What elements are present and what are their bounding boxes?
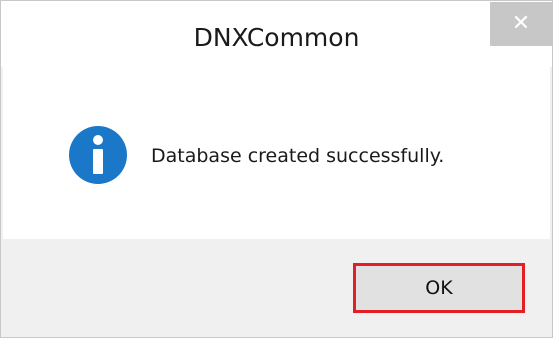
close-icon: ✕ (511, 11, 531, 36)
dialog-title: DNXCommon (193, 23, 360, 52)
message-area: Database created successfully. (3, 67, 550, 239)
button-bar: OK (3, 239, 550, 336)
title-bar: DNXCommon ✕ (1, 1, 552, 67)
close-button[interactable]: ✕ (490, 2, 552, 46)
info-icon (69, 126, 127, 184)
dialog-message: Database created successfully. (151, 145, 445, 167)
dialog-window: DNXCommon ✕ Database created successfull… (0, 0, 553, 338)
ok-button[interactable]: OK (353, 263, 525, 313)
